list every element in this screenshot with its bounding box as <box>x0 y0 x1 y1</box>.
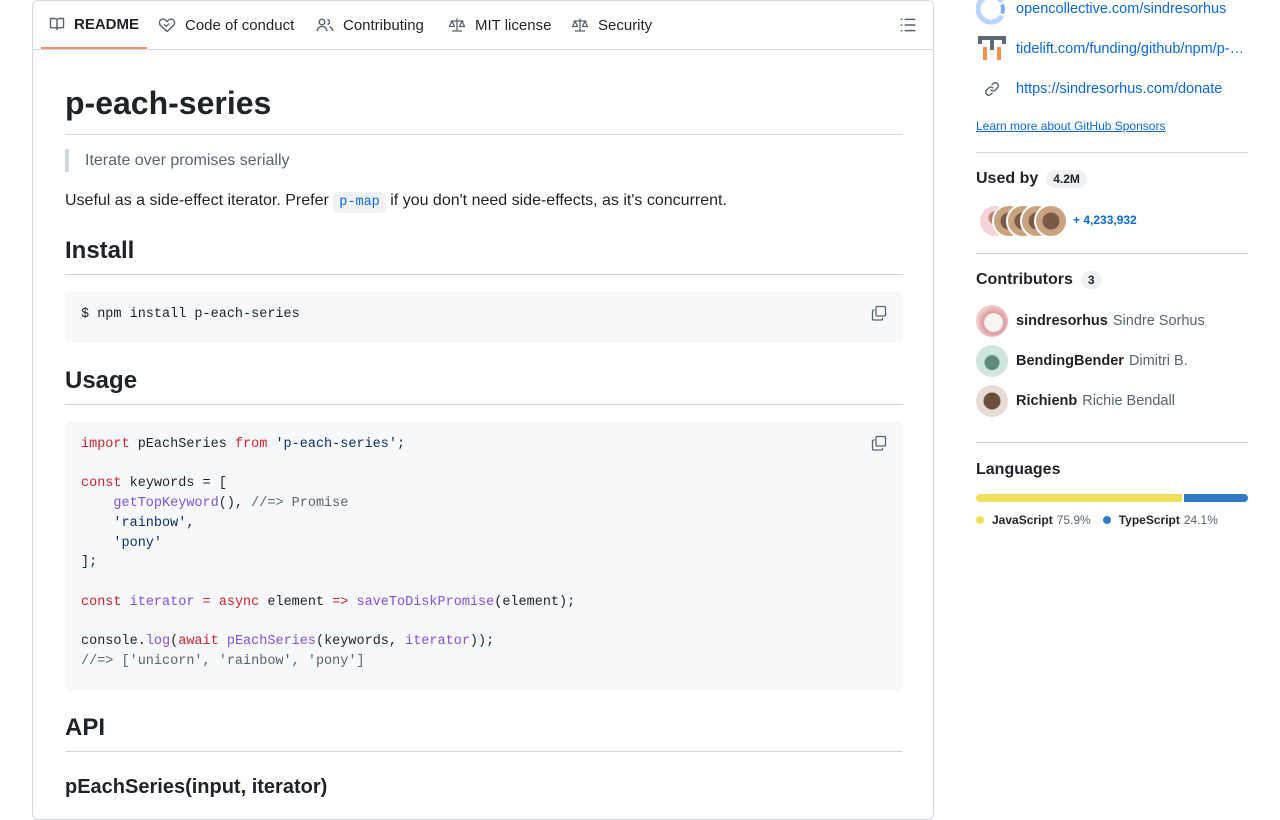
tab-security[interactable]: Security <box>571 1 652 49</box>
languages-title: Languages <box>976 461 1061 478</box>
used-by-more-link[interactable]: + 4,233,932 <box>1073 213 1137 227</box>
contributor-row[interactable]: sindresorhus Sindre Sorhus <box>976 305 1205 337</box>
contributors-title[interactable]: Contributors 3 <box>976 271 1102 289</box>
readme-blockquote: Iterate over promises serially <box>65 149 290 172</box>
sponsor-tidelift: tidelift.com/funding/github/npm/p-each-s… <box>976 36 1248 61</box>
language-color-dot <box>1102 516 1111 524</box>
book-icon <box>49 17 65 31</box>
sponsor-link[interactable]: opencollective.com/sindresorhus <box>1016 1 1226 17</box>
language-bar-segment-typescript <box>1184 494 1248 502</box>
contributor-name: Richie Bendall <box>1082 393 1175 409</box>
contributor-name: Sindre Sorhus <box>1112 313 1205 329</box>
usage-heading: Usage <box>65 367 903 405</box>
people-icon <box>316 18 334 32</box>
contributor-login: BendingBender <box>1016 353 1124 369</box>
sponsor-link[interactable]: https://sindresorhus.com/donate <box>1016 81 1222 97</box>
install-command: $ npm install p-each-series <box>81 307 300 322</box>
usage-code: import pEachSeries from 'p-each-series';… <box>81 437 576 669</box>
language-color-dot <box>976 516 984 524</box>
used-by-label: Used by <box>976 170 1039 187</box>
sponsor-opencollective: opencollective.com/sindresorhus <box>976 0 1226 25</box>
avatar <box>976 345 1008 377</box>
usage-codeblock: import pEachSeries from 'p-each-series';… <box>65 421 903 690</box>
learn-more-sponsors-link[interactable]: Learn more about GitHub Sponsors <box>976 119 1165 133</box>
tab-label: Security <box>598 16 653 34</box>
used-by-title[interactable]: Used by 4.2M <box>976 170 1087 188</box>
copy-icon[interactable] <box>871 305 887 321</box>
readme-intro: Useful as a side-effect iterator. Prefer… <box>65 189 727 214</box>
contributor-name: Dimitri B. <box>1128 353 1188 369</box>
tab-contributing[interactable]: Contributing <box>316 1 424 49</box>
p-map-link[interactable]: p-map <box>333 192 386 213</box>
avatar <box>976 385 1008 417</box>
tab-mit-license[interactable]: MIT license <box>448 1 551 49</box>
tab-label: Contributing <box>343 16 424 34</box>
contributor-login: Richienb <box>1016 393 1078 409</box>
api-heading: API <box>65 714 903 752</box>
avatar <box>976 305 1008 337</box>
tab-label: Code of conduct <box>185 16 295 34</box>
api-subheading: pEachSeries(input, iterator) <box>65 776 328 798</box>
tidelift-icon <box>978 36 1006 60</box>
tab-readme[interactable]: README <box>41 1 148 49</box>
law-icon <box>571 18 589 32</box>
language-percent: 75.9% <box>1056 513 1091 527</box>
contributor-row[interactable]: BendingBender Dimitri B. <box>976 345 1188 377</box>
install-heading: Install <box>65 237 903 275</box>
contributor-login: sindresorhus <box>1016 313 1108 329</box>
contributors-counter: 3 <box>1080 271 1102 289</box>
sponsor-link[interactable]: tidelift.com/funding/github/npm/p-each-s… <box>1016 41 1248 57</box>
intro-text: Useful as a side-effect iterator. Prefer <box>65 192 334 209</box>
used-by-counter: 4.2M <box>1046 170 1087 188</box>
avatar <box>1034 204 1068 238</box>
contributors-label: Contributors <box>976 271 1073 288</box>
readme-title: p-each-series <box>65 85 903 135</box>
opencollective-icon <box>976 0 1005 25</box>
language-typescript[interactable]: TypeScript 24.1% <box>1102 513 1218 527</box>
contributor-row[interactable]: Richienb Richie Bendall <box>976 385 1175 417</box>
tab-label: MIT license <box>475 16 552 34</box>
language-percent: 24.1% <box>1183 513 1218 527</box>
law-icon <box>448 18 466 32</box>
divider <box>976 253 1248 254</box>
copy-icon[interactable] <box>871 435 887 451</box>
language-bar-segment-javascript <box>976 494 1183 502</box>
language-name: JavaScript <box>992 513 1053 527</box>
link-icon <box>985 82 999 96</box>
tab-label: README <box>74 15 140 33</box>
install-codeblock: $ npm install p-each-series <box>65 291 903 343</box>
divider <box>976 442 1248 443</box>
heart-handshake-icon <box>158 18 176 33</box>
language-javascript[interactable]: JavaScript 75.9% <box>976 513 1091 527</box>
outline-list-icon[interactable] <box>899 16 917 34</box>
readme-tabs: README Code of conduct Contributing MIT … <box>33 1 933 50</box>
languages-bar <box>976 494 1248 502</box>
divider <box>976 152 1248 153</box>
tab-code-of-conduct[interactable]: Code of conduct <box>158 1 294 49</box>
intro-text-rest: if you don't need side-effects, as it's … <box>385 192 727 209</box>
languages-legend: JavaScript 75.9% TypeScript 24.1% <box>976 513 1230 527</box>
readme-box: README Code of conduct Contributing MIT … <box>32 0 934 820</box>
sponsor-custom: https://sindresorhus.com/donate <box>976 77 1222 101</box>
language-name: TypeScript <box>1118 513 1180 527</box>
